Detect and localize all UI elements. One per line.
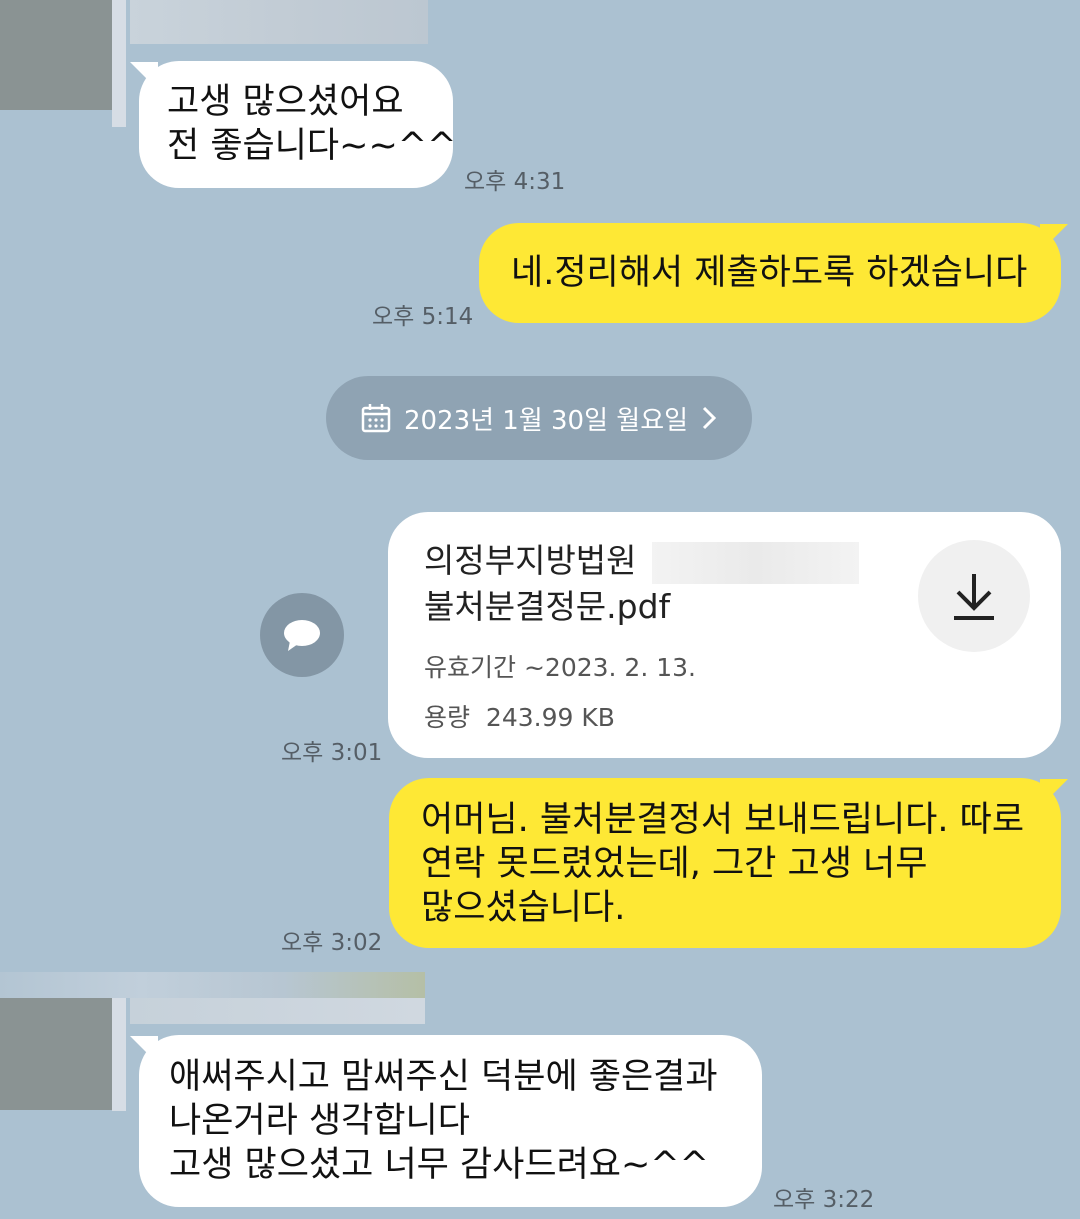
message-text: 어머님. 불처분결정서 보내드립니다. 따로 xyxy=(421,800,1025,840)
message-text: 나온거라 생각합니다 xyxy=(169,1101,470,1141)
sender-name xyxy=(130,0,428,44)
expiry-label: 유효기간 xyxy=(424,653,517,682)
download-button[interactable] xyxy=(918,540,1030,652)
date-divider[interactable]: 2023년 1월 30일 월요일 xyxy=(326,376,752,460)
file-name-line2: 불처분결정문.pdf xyxy=(424,587,671,626)
message-time: 오후 3:01 xyxy=(281,740,383,766)
outgoing-message-bubble[interactable]: 네.정리해서 제출하도록 하겠습니다 xyxy=(479,223,1061,323)
outgoing-message-bubble[interactable]: 어머님. 불처분결정서 보내드립니다. 따로 연락 못드렸었는데, 그간 고생 … xyxy=(389,778,1061,948)
message-text: 고생 많으셨어요 xyxy=(167,82,404,122)
size-value: 243.99 KB xyxy=(485,703,615,732)
message-text: 애써주시고 맘써주신 덕분에 좋은결과 xyxy=(169,1057,718,1097)
message-text: 많으셨습니다. xyxy=(421,888,626,928)
file-name: 의정부지방법원 불처분결정문.pdf xyxy=(424,538,859,630)
sender-name xyxy=(0,972,425,998)
incoming-message-bubble[interactable]: 고생 많으셨어요 전 좋습니다~~^^ xyxy=(139,61,457,188)
expiry-value: ~2023. 2. 13. xyxy=(523,653,696,682)
date-label: 2023년 1월 30일 월요일 xyxy=(403,405,689,436)
message-time: 오후 3:02 xyxy=(281,930,383,956)
calendar-icon xyxy=(361,404,391,433)
message-text: 연락 못드렸었는데, 그간 고생 너무 xyxy=(421,844,928,884)
avatar[interactable] xyxy=(0,0,112,110)
avatar-edge xyxy=(112,996,126,1111)
avatar-edge xyxy=(112,0,126,127)
message-text: 네.정리해서 제출하도록 하겠습니다 xyxy=(511,253,1028,293)
incoming-message-bubble[interactable]: 애써주시고 맘써주신 덕분에 좋은결과 나온거라 생각합니다 고생 많으셨고 너… xyxy=(139,1035,762,1207)
file-name-line1: 의정부지방법원 xyxy=(424,541,637,580)
message-text: 전 좋습니다~~^^ xyxy=(167,126,457,166)
size-label: 용량 xyxy=(424,703,471,732)
chevron-right-icon xyxy=(702,406,717,430)
file-attachment-card[interactable]: 의정부지방법원 불처분결정문.pdf 유효기간 ~2023. 2. 13. 용량… xyxy=(388,512,1061,758)
download-icon xyxy=(954,574,994,620)
redacted-filename xyxy=(652,542,859,584)
file-size: 용량 243.99 KB xyxy=(424,698,615,734)
share-button[interactable] xyxy=(260,593,344,677)
message-time: 오후 3:22 xyxy=(773,1187,875,1213)
message-time: 오후 4:31 xyxy=(464,169,566,195)
avatar[interactable] xyxy=(0,996,112,1110)
file-expiry: 유효기간 ~2023. 2. 13. xyxy=(424,648,696,684)
message-text: 고생 많으셨고 너무 감사드려요~^^ xyxy=(169,1145,709,1185)
message-time: 오후 5:14 xyxy=(372,304,474,330)
chat-share-icon xyxy=(284,620,320,651)
sender-name xyxy=(130,998,425,1024)
